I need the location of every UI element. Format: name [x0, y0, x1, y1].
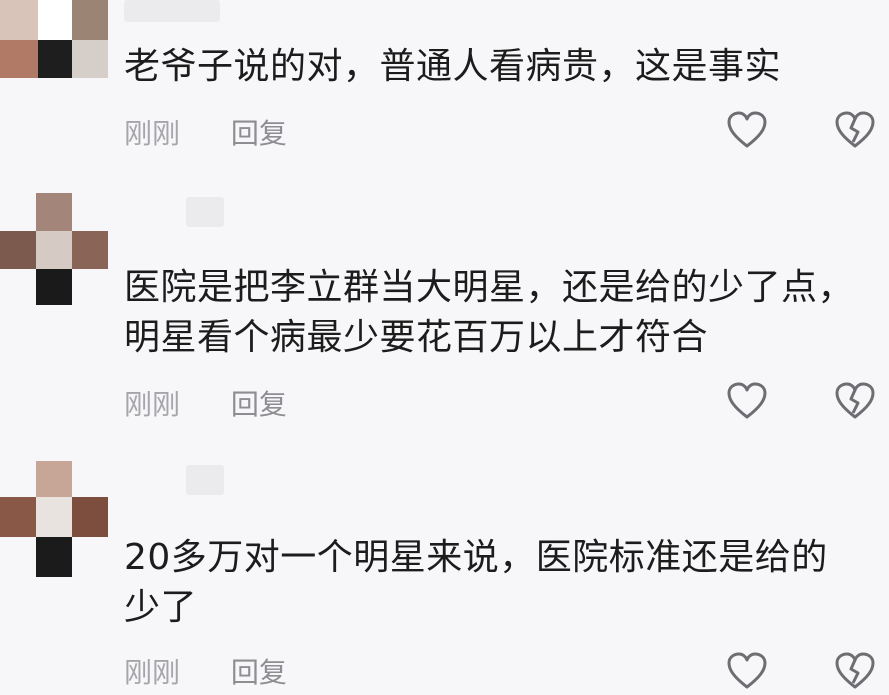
- reply-button[interactable]: 回复: [231, 388, 287, 421]
- timestamp: 刚刚: [124, 388, 181, 421]
- heart-icon[interactable]: [726, 381, 768, 421]
- comment-meta: 刚刚 回复: [124, 383, 329, 423]
- broken-heart-icon[interactable]: [834, 110, 876, 150]
- comment-meta: 刚刚 回复: [124, 651, 329, 691]
- timestamp: 刚刚: [124, 117, 181, 150]
- comment-text: 20多万对一个明星来说，医院标准还是给的少了: [124, 537, 828, 628]
- avatar[interactable]: [0, 193, 108, 305]
- heart-icon[interactable]: [726, 651, 768, 691]
- comment-3: 20多万对一个明星来说，医院标准还是给的少了 刚刚 回复: [0, 455, 889, 689]
- avatar[interactable]: [0, 0, 108, 78]
- username-redacted: [124, 0, 220, 22]
- heart-icon[interactable]: [726, 110, 768, 150]
- avatar[interactable]: [0, 461, 108, 577]
- comment-meta: 刚刚 回复: [124, 112, 329, 152]
- comment-2: 医院是把李立群当大明星，还是给的少了点，明星看个病最少要花百万以上才符合 刚刚 …: [0, 185, 889, 455]
- comment-1: 老爷子说的对，普通人看病贵，这是事实 刚刚 回复: [0, 0, 889, 185]
- comment-text: 医院是把李立群当大明星，还是给的少了点，明星看个病最少要花百万以上才符合: [124, 267, 855, 358]
- username-redacted: [186, 197, 224, 227]
- comment-text: 老爷子说的对，普通人看病贵，这是事实: [124, 46, 782, 87]
- username-redacted: [186, 465, 224, 495]
- broken-heart-icon[interactable]: [834, 381, 876, 421]
- broken-heart-icon[interactable]: [834, 651, 876, 691]
- reply-button[interactable]: 回复: [231, 117, 287, 150]
- reply-button[interactable]: 回复: [231, 656, 287, 689]
- timestamp: 刚刚: [124, 656, 181, 689]
